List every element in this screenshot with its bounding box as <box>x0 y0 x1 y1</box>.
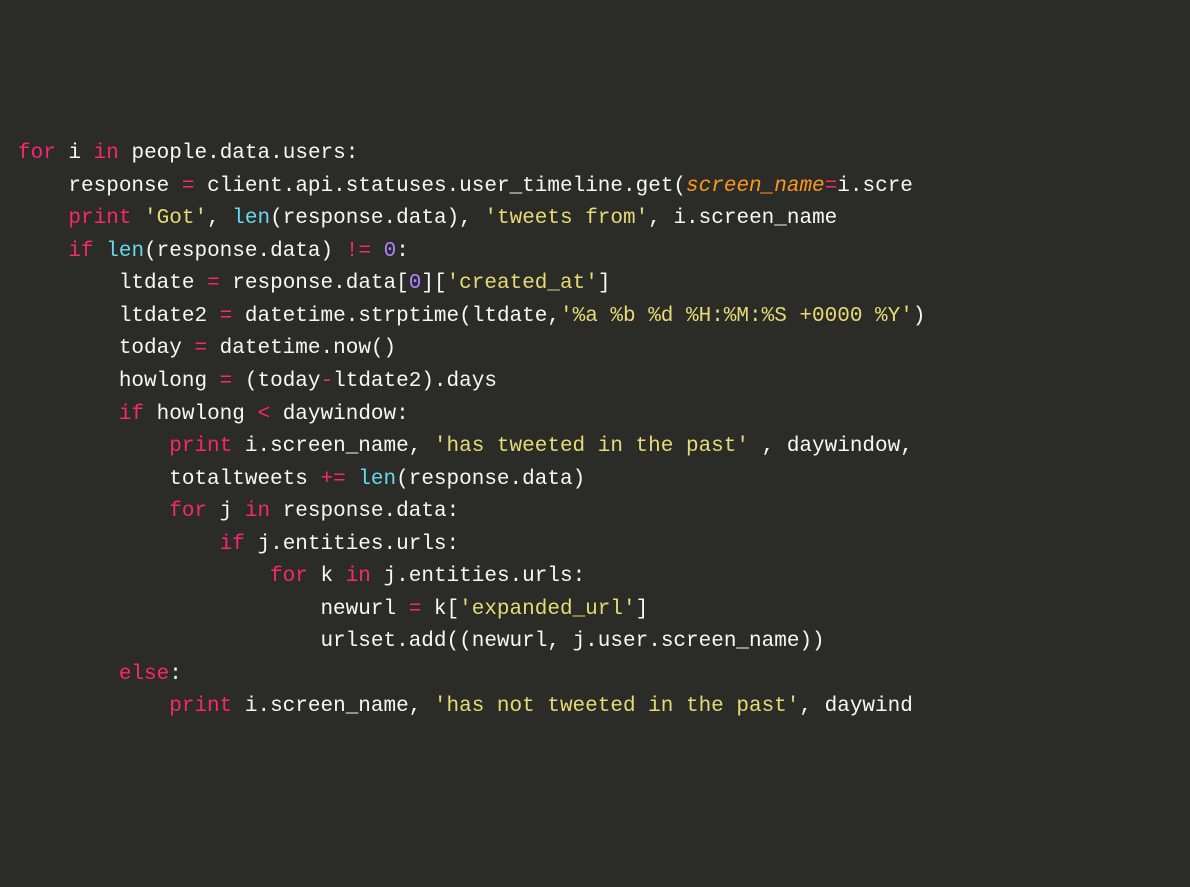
code-line-2: response = client.api.statuses.user_time… <box>18 171 1190 204</box>
code-editor[interactable]: for i in people.data.users: response = c… <box>18 138 1190 724</box>
code-line-11: totaltweets += len(response.data) <box>18 464 1190 497</box>
code-line-10: print i.screen_name, 'has tweeted in the… <box>18 431 1190 464</box>
code-line-1: for i in people.data.users: <box>18 138 1190 171</box>
code-line-12: for j in response.data: <box>18 496 1190 529</box>
code-line-9: if howlong < daywindow: <box>18 399 1190 432</box>
code-line-16: urlset.add((newurl, j.user.screen_name)) <box>18 626 1190 659</box>
code-line-3: print 'Got', len(response.data), 'tweets… <box>18 203 1190 236</box>
code-line-18: print i.screen_name, 'has not tweeted in… <box>18 691 1190 724</box>
code-line-4: if len(response.data) != 0: <box>18 236 1190 269</box>
code-line-7: today = datetime.now() <box>18 333 1190 366</box>
code-line-14: for k in j.entities.urls: <box>18 561 1190 594</box>
code-line-15: newurl = k['expanded_url'] <box>18 594 1190 627</box>
code-line-5: ltdate = response.data[0]['created_at'] <box>18 268 1190 301</box>
code-line-6: ltdate2 = datetime.strptime(ltdate,'%a %… <box>18 301 1190 334</box>
code-line-8: howlong = (today-ltdate2).days <box>18 366 1190 399</box>
code-line-17: else: <box>18 659 1190 692</box>
code-line-13: if j.entities.urls: <box>18 529 1190 562</box>
